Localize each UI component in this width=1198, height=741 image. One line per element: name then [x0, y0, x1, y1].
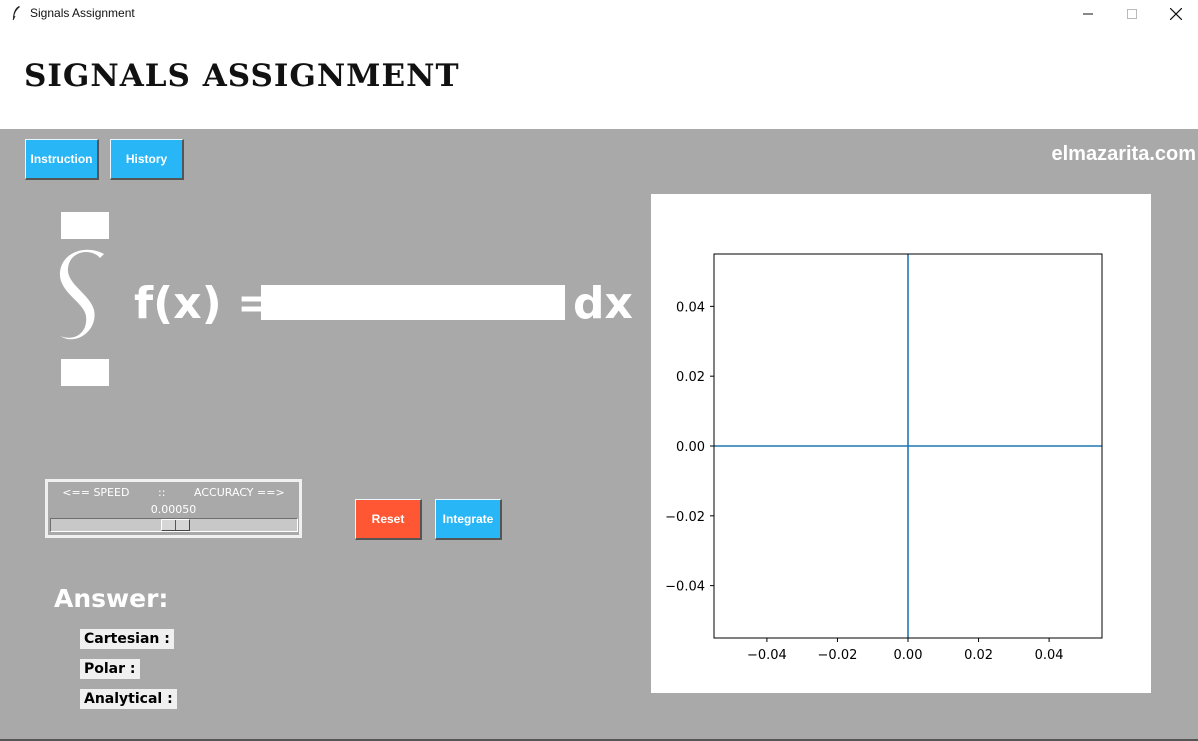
scale-trough[interactable]	[50, 518, 298, 532]
plot-area: −0.04 −0.02 0.00 0.02 0.04 0.04 0.02 0.00 −0.02 −…	[651, 194, 1151, 693]
dx-label: dx	[573, 278, 633, 329]
chart: −0.04 −0.02 0.00 0.02 0.04 0.04 0.02 0.00 −0.02 −…	[665, 253, 1103, 663]
scale-thumb[interactable]	[161, 519, 190, 531]
history-button[interactable]: History	[110, 139, 184, 180]
x-tick-label: 0.00	[894, 648, 923, 663]
integrate-button[interactable]: Integrate	[435, 499, 502, 540]
reset-button[interactable]: Reset	[355, 499, 422, 540]
close-button[interactable]	[1154, 0, 1198, 28]
minimize-icon	[1083, 13, 1093, 15]
close-icon	[1170, 8, 1182, 20]
page-title: SIGNALS ASSIGNMENT	[24, 58, 460, 94]
title-bar: Signals Assignment	[0, 0, 1198, 28]
x-tick-label: 0.04	[1035, 648, 1064, 663]
lower-limit-input[interactable]	[61, 359, 109, 386]
x-tick-label: −0.04	[747, 648, 787, 663]
maximize-button[interactable]	[1110, 0, 1154, 28]
main-panel: Instruction History elmazarita.com f(x) …	[0, 129, 1198, 739]
y-tick-label: 0.02	[676, 370, 705, 385]
speed-label: <== SPEED	[62, 486, 130, 499]
y-tick-label: −0.02	[665, 510, 705, 525]
x-tick-label: −0.02	[818, 648, 858, 663]
cartesian-label: Cartesian :	[80, 629, 174, 649]
scale-label: <== SPEED :: ACCURACY ==>	[48, 486, 299, 499]
polar-label: Polar :	[80, 659, 140, 679]
header: SIGNALS ASSIGNMENT	[0, 28, 1198, 129]
scale-separator: ::	[158, 486, 166, 499]
minimize-button[interactable]	[1066, 0, 1110, 28]
integral-icon	[59, 249, 104, 340]
accuracy-label: ACCURACY ==>	[194, 486, 285, 499]
site-label: elmazarita.com	[1051, 143, 1196, 165]
instruction-button[interactable]: Instruction	[25, 139, 99, 180]
upper-limit-input[interactable]	[61, 212, 109, 239]
y-tick-label: 0.00	[676, 440, 705, 455]
window-title: Signals Assignment	[30, 6, 135, 20]
x-tick-label: 0.02	[964, 648, 993, 663]
y-tick-label: 0.04	[676, 300, 705, 315]
fx-label: f(x) =	[134, 278, 274, 329]
answer-title: Answer:	[54, 584, 169, 613]
analytical-label: Analytical :	[80, 689, 177, 709]
scale-value: 0.00050	[150, 503, 197, 516]
accuracy-scale[interactable]: <== SPEED :: ACCURACY ==> 0.00050	[45, 479, 302, 538]
feather-icon	[12, 6, 20, 21]
function-input[interactable]	[261, 285, 565, 320]
y-tick-label: −0.04	[665, 580, 705, 595]
maximize-icon	[1127, 9, 1137, 19]
